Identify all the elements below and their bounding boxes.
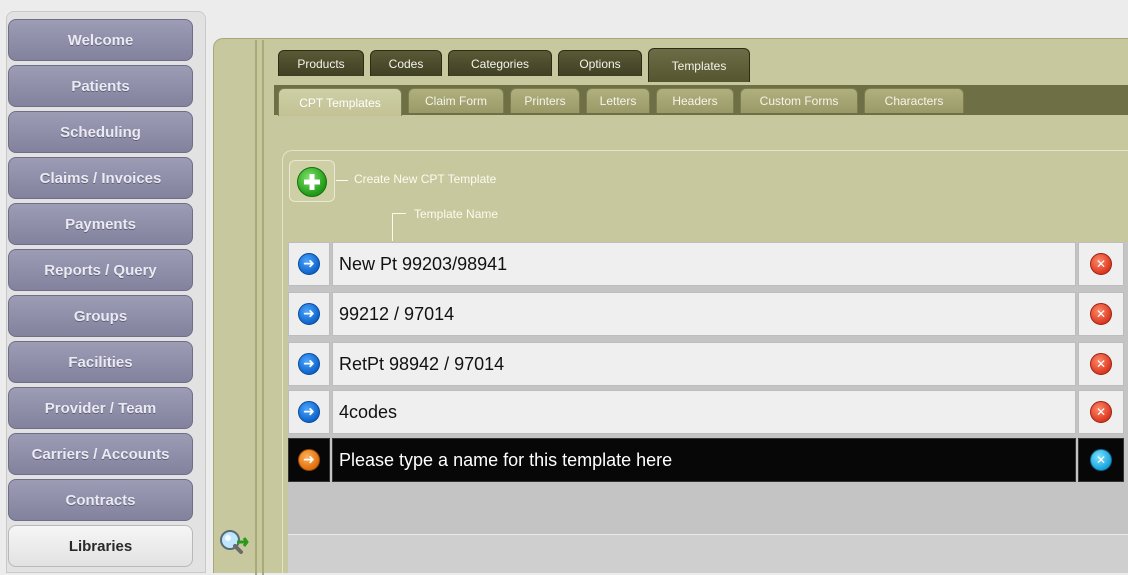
- create-template-label: Create New CPT Template: [354, 172, 497, 186]
- delete-template-button[interactable]: [1078, 292, 1124, 336]
- nav-libraries[interactable]: Libraries: [8, 525, 193, 567]
- subtab-printers[interactable]: Printers: [510, 88, 580, 113]
- divider: [262, 40, 264, 575]
- search-icon[interactable]: [217, 528, 251, 558]
- subtab-custom-forms[interactable]: Custom Forms: [740, 88, 858, 113]
- delete-template-button[interactable]: [1078, 390, 1124, 434]
- delete-icon: [1090, 401, 1112, 423]
- new-template-name-input[interactable]: Please type a name for this template her…: [332, 438, 1076, 482]
- delete-template-button[interactable]: [1078, 342, 1124, 386]
- arrow-right-icon: [298, 353, 320, 375]
- subtab-claim-form[interactable]: Claim Form: [408, 88, 504, 113]
- connector-line: [392, 213, 393, 241]
- delete-icon: [1090, 253, 1112, 275]
- arrow-right-icon: [298, 253, 320, 275]
- cancel-icon: [1090, 449, 1112, 471]
- delete-template-button[interactable]: [1078, 242, 1124, 286]
- cancel-template-button[interactable]: [1078, 438, 1124, 482]
- plus-icon: [297, 167, 327, 197]
- tab-products[interactable]: Products: [278, 50, 364, 76]
- nav-payments[interactable]: Payments: [8, 203, 193, 245]
- template-name[interactable]: 99212 / 97014: [332, 292, 1076, 336]
- subtab-characters[interactable]: Characters: [864, 88, 964, 113]
- subtab-cpt-templates[interactable]: CPT Templates: [278, 88, 402, 116]
- nav-provider-team[interactable]: Provider / Team: [8, 387, 193, 429]
- tab-categories[interactable]: Categories: [448, 50, 552, 76]
- subtab-letters[interactable]: Letters: [586, 88, 650, 113]
- divider: [255, 40, 257, 575]
- template-name[interactable]: New Pt 99203/98941: [332, 242, 1076, 286]
- arrow-right-icon: [298, 401, 320, 423]
- nav-claims-invoices[interactable]: Claims / Invoices: [8, 157, 193, 199]
- nav-carriers-accounts[interactable]: Carriers / Accounts: [8, 433, 193, 475]
- table-row: 99212 / 97014: [288, 292, 1124, 336]
- tab-templates[interactable]: Templates: [648, 48, 750, 82]
- table-row: 4codes: [288, 390, 1124, 434]
- table-row: New Pt 99203/98941: [288, 242, 1124, 286]
- sub-tab-bar: CPT Templates Claim Form Printers Letter…: [274, 85, 1128, 116]
- save-template-button[interactable]: [288, 438, 330, 482]
- create-template-button[interactable]: [289, 160, 335, 202]
- table-row: RetPt 98942 / 97014: [288, 342, 1124, 386]
- open-template-button[interactable]: [288, 390, 330, 434]
- open-template-button[interactable]: [288, 242, 330, 286]
- arrow-right-icon: [298, 303, 320, 325]
- template-name[interactable]: 4codes: [332, 390, 1076, 434]
- nav-groups[interactable]: Groups: [8, 295, 193, 337]
- nav-patients[interactable]: Patients: [8, 65, 193, 107]
- arrow-right-icon: [298, 449, 320, 471]
- open-template-button[interactable]: [288, 342, 330, 386]
- delete-icon: [1090, 303, 1112, 325]
- open-template-button[interactable]: [288, 292, 330, 336]
- nav-contracts[interactable]: Contracts: [8, 479, 193, 521]
- list-footer: [288, 534, 1128, 573]
- nav-facilities[interactable]: Facilities: [8, 341, 193, 383]
- tab-options[interactable]: Options: [558, 50, 642, 76]
- new-template-row: Please type a name for this template her…: [288, 438, 1124, 482]
- nav-scheduling[interactable]: Scheduling: [8, 111, 193, 153]
- template-name[interactable]: RetPt 98942 / 97014: [332, 342, 1076, 386]
- subtab-headers[interactable]: Headers: [656, 88, 734, 113]
- connector-line: [336, 180, 348, 181]
- top-tab-bar: Products Codes Categories Options Templa…: [274, 48, 1128, 82]
- nav-reports-query[interactable]: Reports / Query: [8, 249, 193, 291]
- connector-line: [392, 213, 406, 214]
- column-header-template-name: Template Name: [414, 207, 499, 221]
- nav-welcome[interactable]: Welcome: [8, 19, 193, 61]
- tab-codes[interactable]: Codes: [370, 50, 442, 76]
- delete-icon: [1090, 353, 1112, 375]
